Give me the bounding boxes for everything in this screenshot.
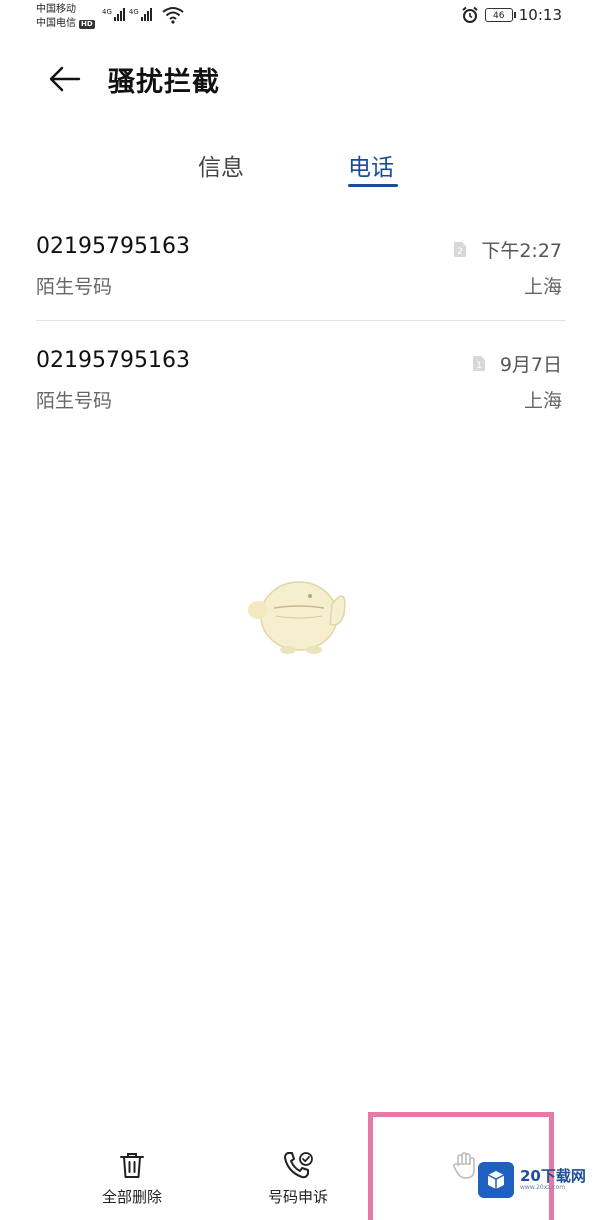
call-type: 陌生号码: [36, 276, 113, 298]
status-right: 46 10:13: [461, 6, 562, 24]
list-item[interactable]: 02195795163 陌生号码 2 下午2:27 上海: [0, 220, 596, 334]
box-icon: [478, 1162, 514, 1198]
tab-bar: 信息 电话: [0, 140, 596, 196]
call-location: 上海: [523, 276, 562, 298]
call-number: 02195795163: [36, 348, 190, 373]
tab-messages[interactable]: 信息: [198, 148, 244, 182]
blocked-calls-list: 02195795163 陌生号码 2 下午2:27 上海 02195795163…: [0, 220, 596, 448]
sim-card-2-icon: 2: [454, 242, 467, 257]
number-appeal-button[interactable]: 号码申诉: [238, 1150, 358, 1207]
call-location: 上海: [523, 390, 562, 412]
svg-text:2: 2: [457, 247, 463, 257]
call-type: 陌生号码: [36, 390, 113, 412]
signal-2-label: 4G: [128, 8, 139, 16]
tab-calls[interactable]: 电话: [348, 148, 394, 182]
arrow-left-icon: [49, 66, 81, 92]
status-time: 10:13: [518, 6, 562, 24]
wifi-icon: [162, 7, 184, 24]
alarm-icon: [462, 6, 478, 23]
hand-icon: [452, 1152, 475, 1179]
status-bar: 中国移动 中国电信 HD 4G 4G 46 10:13: [0, 0, 596, 36]
call-time: 下午2:27: [481, 240, 562, 262]
watermark-domain: www.20xz.com: [520, 1184, 566, 1191]
number-appeal-label: 号码申诉: [267, 1188, 328, 1206]
carrier-1: 中国移动: [36, 4, 76, 15]
page-title: 骚扰拦截: [108, 67, 220, 98]
divider: [36, 320, 566, 321]
phone-check-icon: [284, 1152, 313, 1179]
carrier-2: 中国电信: [36, 18, 76, 29]
delete-all-button[interactable]: 全部删除: [72, 1150, 192, 1207]
call-time: 9月7日: [499, 354, 562, 376]
mascot-sticker-image: [248, 581, 346, 654]
trash-icon: [120, 1153, 144, 1178]
back-button[interactable]: [40, 58, 90, 100]
list-item[interactable]: 02195795163 陌生号码 1 9月7日 上海: [0, 334, 596, 448]
signal-icon: 4G 4G: [102, 8, 152, 21]
call-time-group: 1 9月7日: [472, 350, 562, 377]
delete-all-label: 全部删除: [101, 1188, 162, 1206]
carrier-info: 中国移动 中国电信 HD: [36, 3, 95, 31]
hd-badge: HD: [79, 19, 95, 29]
battery-icon: 46: [484, 8, 516, 22]
sim-card-1-icon: 1: [472, 356, 485, 371]
watermark-logo: 20下载网 www.20xz.com: [478, 1162, 586, 1198]
svg-text:1: 1: [476, 361, 482, 371]
active-tab-indicator: [348, 184, 398, 187]
watermark-brand: 20下载网: [520, 1167, 586, 1185]
call-time-group: 2 下午2:27: [453, 236, 562, 263]
signal-1-label: 4G: [102, 8, 112, 16]
app-header: 骚扰拦截: [0, 48, 596, 112]
call-number: 02195795163: [36, 234, 190, 259]
